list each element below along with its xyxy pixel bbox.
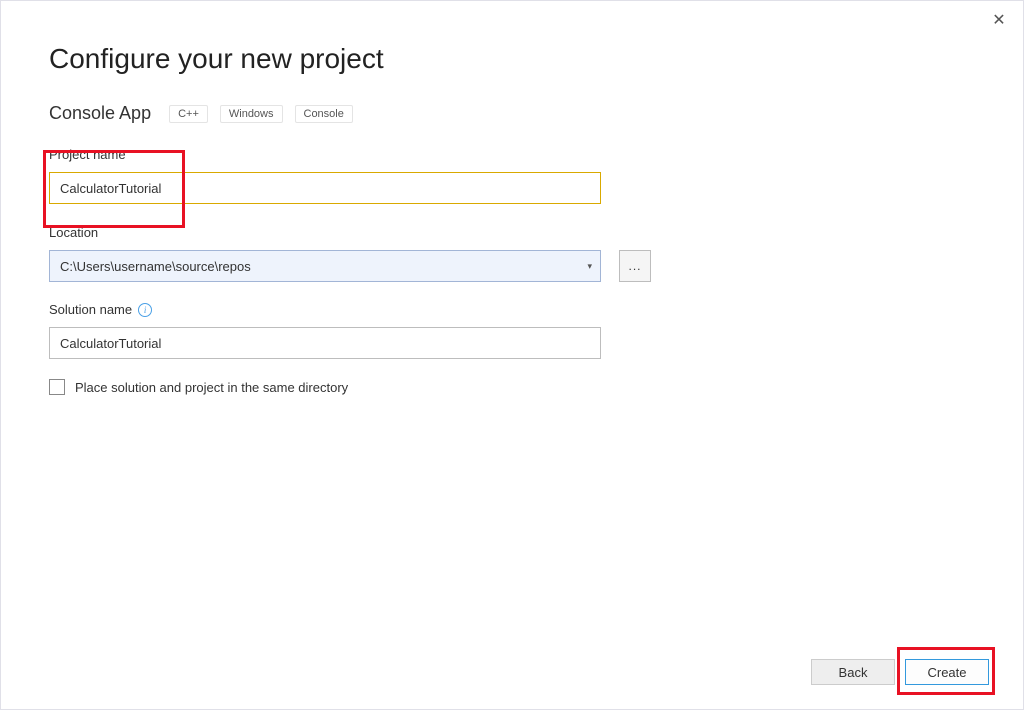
- solution-name-group: Solution name i: [49, 302, 975, 359]
- project-name-input[interactable]: [49, 172, 601, 204]
- browse-button[interactable]: ...: [619, 250, 651, 282]
- tag-console: Console: [295, 105, 353, 123]
- same-directory-row: Place solution and project in the same d…: [49, 379, 975, 395]
- location-value: C:\Users\username\source\repos: [60, 259, 251, 274]
- same-directory-label: Place solution and project in the same d…: [75, 380, 348, 395]
- solution-name-input[interactable]: [49, 327, 601, 359]
- same-directory-checkbox[interactable]: [49, 379, 65, 395]
- project-name-label: Project name: [49, 147, 126, 162]
- template-row: Console App C++ Windows Console: [49, 103, 975, 124]
- location-group: Location C:\Users\username\source\repos …: [49, 224, 975, 282]
- create-button[interactable]: Create: [905, 659, 989, 685]
- location-dropdown[interactable]: C:\Users\username\source\repos ▾: [49, 250, 601, 282]
- location-label: Location: [49, 225, 98, 240]
- dialog-content: Configure your new project Console App C…: [1, 1, 1023, 395]
- tag-windows: Windows: [220, 105, 283, 123]
- page-title: Configure your new project: [49, 43, 975, 75]
- dialog-footer: Back Create: [811, 659, 989, 685]
- back-button[interactable]: Back: [811, 659, 895, 685]
- tag-cpp: C++: [169, 105, 208, 123]
- info-icon[interactable]: i: [138, 303, 152, 317]
- chevron-down-icon: ▾: [587, 261, 592, 272]
- close-icon[interactable]: ✕: [989, 11, 1009, 31]
- project-name-group: Project name: [49, 146, 975, 204]
- solution-name-label: Solution name: [49, 302, 132, 317]
- template-name: Console App: [49, 103, 151, 124]
